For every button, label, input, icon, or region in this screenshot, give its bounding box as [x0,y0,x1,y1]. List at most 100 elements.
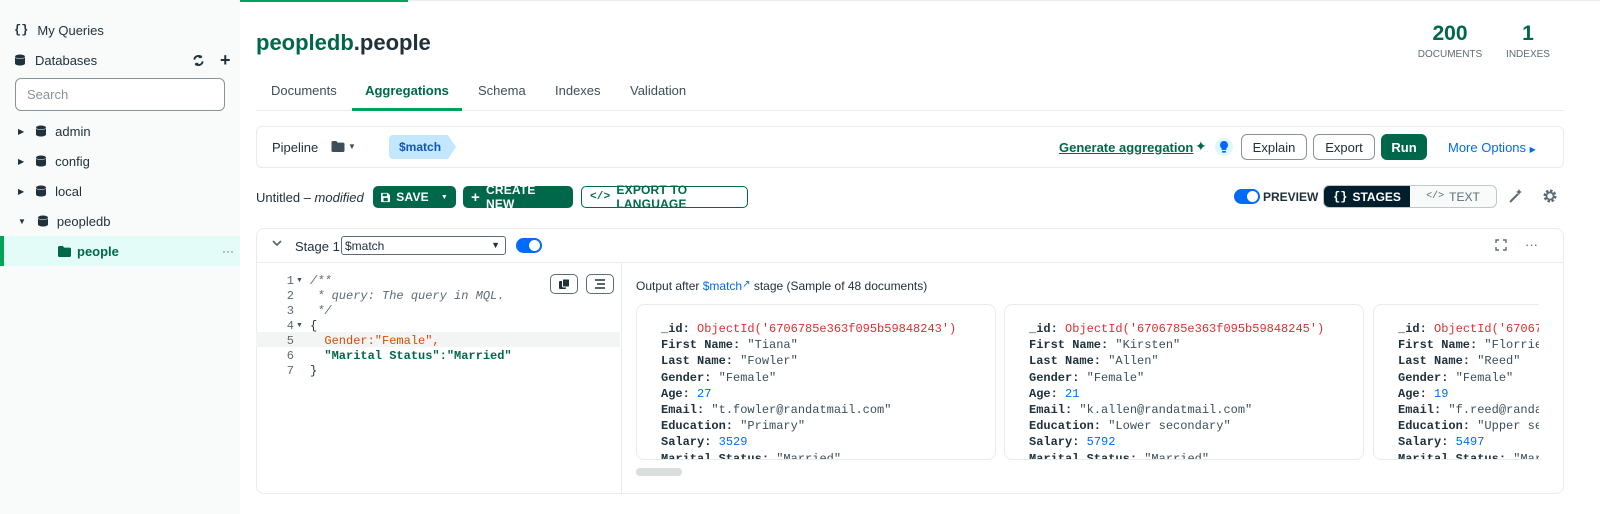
field-key: _id: [661,322,690,336]
folder-dropdown[interactable]: ▼ [331,141,356,152]
sidebar-db-config[interactable]: ▶ config [18,147,90,175]
field-value: 5792 [1086,435,1116,450]
preview-label: PREVIEW [1263,190,1319,204]
coll-name: .people [353,30,431,55]
sidebar: {} My Queries Databases + Search ▶ admin… [0,0,240,514]
sidebar-collection-people[interactable]: people ··· [0,236,240,266]
run-label: Run [1391,139,1417,155]
field-key: Email: [1398,403,1442,418]
tab-indexes[interactable]: Indexes [555,83,601,98]
tab-aggregations[interactable]: Aggregations [352,76,462,111]
format-button[interactable] [586,274,614,294]
tab-label: Schema [478,83,526,98]
document-card[interactable]: _id: ObjectId('6706785e363f095b59848243'… [636,304,996,460]
tab-validation[interactable]: Validation [630,83,686,98]
field-key: Last Name: [1398,354,1471,369]
document-card[interactable]: _id: ObjectId('670678 First Name: "Florr… [1373,304,1539,460]
field-key: Salary: [1029,435,1080,450]
output-scrollbar[interactable] [636,468,682,476]
save-button[interactable]: SAVE ▼ [373,186,456,208]
add-icon[interactable]: + [220,50,231,71]
field-key: _id: [1029,322,1058,336]
field-key: Salary: [661,435,712,450]
workspace-tab-indicator [240,0,408,2]
save-icon [381,192,391,202]
gear-icon[interactable] [1542,188,1558,204]
create-new-label: CREATE NEW [485,183,536,211]
export-to-language-button[interactable]: </> EXPORT TO LANGUAGE [581,183,748,211]
caret-right-icon[interactable]: ▶ [18,127,24,136]
field-value: "Allen" [1108,354,1159,369]
stage-operator-select[interactable]: $match ▼ [341,236,506,255]
stages-view-button[interactable]: {} STAGES [1324,186,1410,207]
caret-right-icon[interactable]: ▶ [18,157,24,166]
tab-label: Aggregations [365,83,449,98]
documents-count: 200 [1432,22,1468,45]
generate-aggregation-link[interactable]: Generate aggregation [1059,140,1193,155]
toggle-knob [529,240,540,251]
field-value: "Female" [1086,370,1145,385]
caret-down-icon[interactable]: ▼ [18,217,26,226]
export-button[interactable]: Export [1313,134,1375,160]
code-editor[interactable]: 1 2 3 4 5 6 7 ▼ ▼ /** * query: The query… [256,263,620,493]
run-button[interactable]: Run [1381,134,1427,160]
code-line: { [310,319,318,333]
databases-header[interactable]: Databases + [14,46,234,74]
sidebar-db-admin[interactable]: ▶ admin [18,117,91,145]
refresh-icon[interactable] [192,54,205,67]
field-key: Marital Status: [661,451,770,460]
text-view-button[interactable]: </> TEXT [1410,186,1496,207]
document-card[interactable]: _id: ObjectId('6706785e363f095b59848245'… [1004,304,1364,460]
document-body: _id: ObjectId('6706785e363f095b59848243'… [661,321,956,460]
search-input[interactable]: Search [15,78,225,111]
field-value: 3529 [718,435,748,450]
field-value: "Female" [1455,370,1514,385]
code-icon: </> [590,191,611,203]
stage-more-icon[interactable]: ··· [1525,237,1538,252]
tab-bar: Documents Aggregations Schema Indexes Va… [256,76,1564,111]
document-body: _id: ObjectId('6706785e363f095b59848245'… [1029,321,1324,459]
stage-chip-match[interactable]: $match [389,135,459,159]
folder-icon [331,141,345,152]
fold-caret-icon[interactable]: ▼ [296,322,303,329]
fold-caret-icon[interactable]: ▼ [296,277,303,284]
explain-button[interactable]: Explain [1241,134,1307,160]
tab-schema[interactable]: Schema [478,83,526,98]
db-label: peopledb [56,213,111,229]
field-value: "Kirsten" [1115,338,1181,353]
sidebar-db-peopledb[interactable]: ▼ peopledb [18,207,110,235]
field-value: "f.reed@randat [1448,403,1539,418]
create-new-button[interactable]: + CREATE NEW [463,183,573,211]
field-key: _id: [1398,322,1427,336]
stage-header: Stage 1 $match ▼ ··· [257,229,1563,263]
save-label: SAVE [396,190,429,204]
field-key: First Name: [661,338,741,353]
copy-button[interactable] [550,274,578,294]
databases-label: Databases [35,52,98,68]
line-number: 6 [286,349,294,363]
collapse-chevron-icon[interactable] [271,237,283,252]
output-stage-link[interactable]: $match [703,279,742,293]
braces-icon: {} [1333,189,1348,204]
export-label: Export [1325,139,1363,155]
field-value: "Primary" [740,419,806,434]
field-key: Age: [661,386,690,401]
field-value: "Lower secondary" [1108,419,1231,434]
field-key: Gender: [1029,370,1080,385]
more-options-link[interactable]: More Options ▶ [1448,140,1536,155]
sidebar-db-local[interactable]: ▶ local [18,177,82,205]
expand-icon[interactable] [1495,239,1507,254]
db-label: config [55,153,90,169]
collection-more-icon[interactable]: ··· [222,244,234,258]
caret-right-icon[interactable]: ▶ [18,187,24,196]
preview-toggle[interactable] [1234,189,1260,204]
tab-documents[interactable]: Documents [271,83,337,98]
view-switch: {} STAGES </> TEXT [1323,185,1497,208]
line-number: 4 [286,319,294,333]
my-queries-item[interactable]: {} My Queries [14,16,104,44]
stage-chip-label: $match [399,140,442,154]
wand-icon[interactable] [1508,188,1524,204]
code-line: "Marital Status":"Married" [310,349,512,363]
lightbulb-icon[interactable] [1215,138,1233,156]
stage-enabled-toggle[interactable] [516,238,542,253]
